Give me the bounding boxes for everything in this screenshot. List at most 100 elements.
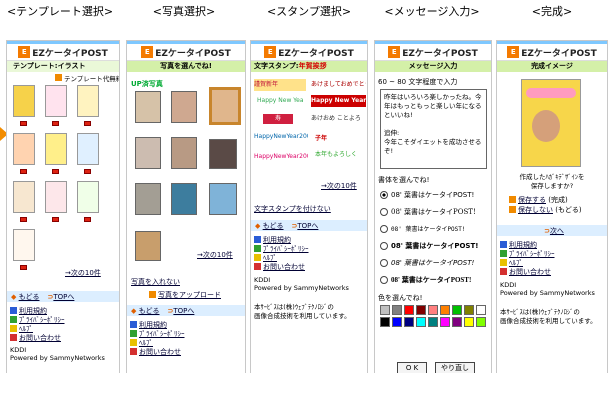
stamp-option[interactable]: HappyNewYear2008 xyxy=(254,153,308,163)
back-link[interactable]: ◆ もどる xyxy=(131,306,160,316)
template-thumb[interactable] xyxy=(77,133,99,165)
brand-logo: E EZケータイPOST xyxy=(7,44,119,61)
top-link[interactable]: ⊃TOPへ xyxy=(292,221,319,231)
font-option[interactable]: 08' 葉書はケータイPOST! xyxy=(380,220,490,237)
color-swatch[interactable] xyxy=(380,305,390,315)
stamp-option[interactable]: あけましておめでとう xyxy=(311,79,366,91)
doc-icon xyxy=(10,307,17,314)
font-option[interactable]: 08' 葉書はケータイPOST! xyxy=(380,254,490,271)
stamp-next-link[interactable]: →次の10件 xyxy=(321,181,357,191)
photo-thumb[interactable] xyxy=(135,231,161,261)
camera-icon xyxy=(149,291,156,298)
template-thumb[interactable] xyxy=(45,181,67,213)
photo-section-label: UP済写真 xyxy=(131,80,163,88)
stamp-option[interactable]: 謹賀新年 xyxy=(254,79,306,91)
photo-thumb[interactable] xyxy=(135,183,161,215)
color-swatch[interactable] xyxy=(416,305,426,315)
font-option[interactable]: 08' 葉書はケータイPOST! xyxy=(380,237,490,254)
template-next-link[interactable]: →次の10件 xyxy=(65,268,101,278)
photo-thumb[interactable] xyxy=(135,91,161,123)
color-swatch[interactable] xyxy=(428,317,438,327)
photo-thumb[interactable] xyxy=(209,139,237,169)
photo-thumb[interactable] xyxy=(171,137,197,169)
color-swatch[interactable] xyxy=(404,317,414,327)
no-photo-link[interactable]: 写真を入れない xyxy=(131,277,180,287)
color-swatch[interactable] xyxy=(440,305,450,315)
color-swatch[interactable] xyxy=(428,305,438,315)
stamp-option[interactable]: 寿 xyxy=(263,114,293,124)
contact-link[interactable]: お問い合わせ xyxy=(10,333,65,342)
template-thumb[interactable] xyxy=(13,229,35,261)
footer-kddi: KDDI xyxy=(500,281,517,289)
photo-next-link[interactable]: →次の10件 xyxy=(197,250,233,260)
message-textarea[interactable]: 昨年はいろいろ楽しかったね。今年はもっともっと楽しい年になるといいね! 追伸: … xyxy=(380,89,487,169)
stamp-option[interactable]: Happy New Year 2008 xyxy=(311,95,366,107)
phone-template: E EZケータイPOST テンプレート:イラスト テンプレート代無料 →次の10件… xyxy=(6,40,120,373)
contact-link[interactable]: お問い合わせ xyxy=(130,347,185,356)
font-option[interactable]: 08' 葉書はケータイPOST! xyxy=(380,271,490,288)
template-thumb[interactable] xyxy=(13,133,35,165)
nav-bar: ◆ もどる ⊃TOPへ xyxy=(251,220,367,231)
mail-icon xyxy=(10,334,17,341)
header-message: <メッセージ入力> xyxy=(384,5,480,18)
photo-thumb[interactable] xyxy=(209,183,237,215)
color-swatch[interactable] xyxy=(392,305,402,315)
phone-message: E EZケータイPOST メッセージ入力 60 ~ 80 文字程度で入力 昨年はい… xyxy=(374,40,492,373)
stamp-option[interactable]: 本年もよろしく xyxy=(315,149,365,161)
header-complete: <完成> xyxy=(531,5,573,18)
color-swatch[interactable] xyxy=(464,317,474,327)
complete-title: 完成イメージ xyxy=(497,61,607,72)
header-stamp: <スタンプ選択> xyxy=(266,5,352,18)
color-swatch[interactable] xyxy=(392,317,402,327)
color-swatch[interactable] xyxy=(440,317,450,327)
template-thumb[interactable] xyxy=(45,133,67,165)
next-link[interactable]: ⊃次へ xyxy=(544,226,564,236)
save-link[interactable]: 保存する (完成) xyxy=(509,195,568,204)
font-option[interactable]: 08' 葉書はケータイPOST! xyxy=(380,186,490,203)
footer-links: 利用規約 ﾌﾟﾗｲﾊﾞｼｰﾎﾟﾘｼｰ ﾍﾙﾌﾟ お問い合わせ xyxy=(10,306,65,342)
color-swatch[interactable] xyxy=(476,317,486,327)
font-options: 08' 葉書はケータイPOST! 08' 葉書はケータイPOST! 08' 葉書… xyxy=(380,186,490,288)
top-link[interactable]: ⊃TOPへ xyxy=(48,292,75,302)
ok-button[interactable]: O K xyxy=(397,362,427,373)
template-thumb[interactable] xyxy=(13,85,35,117)
color-swatch[interactable] xyxy=(404,305,414,315)
doc-icon xyxy=(130,321,137,328)
contact-link[interactable]: お問い合わせ xyxy=(500,267,555,276)
no-stamp-link[interactable]: 文字スタンプを付けない xyxy=(254,204,331,214)
section-complete: <完成> E EZケータイPOST 完成イメージ 作成したﾊｶﾞｷﾃﾞｻﾞｲﾝを … xyxy=(494,0,610,400)
stamp-overlay xyxy=(526,88,576,98)
color-swatch[interactable] xyxy=(380,317,390,327)
stamp-title: 文字スタンプ:年賀挨拶 xyxy=(251,61,367,72)
color-swatch[interactable] xyxy=(416,317,426,327)
contact-link[interactable]: お問い合わせ xyxy=(254,262,309,271)
stamp-option[interactable]: あけおめ ことよろ xyxy=(311,113,366,123)
nav-bar: ⊃次へ xyxy=(497,225,607,236)
section-template: <テンプレート選択> E EZケータイPOST テンプレート:イラスト テンプレー… xyxy=(0,0,120,400)
stamp-option[interactable]: 子年 xyxy=(315,133,363,145)
redo-button[interactable]: やり直し xyxy=(435,362,475,373)
upload-link[interactable]: 写真をアップロード xyxy=(149,290,221,299)
color-swatch[interactable] xyxy=(476,305,486,315)
section-message: <メッセージ入力> E EZケータイPOST メッセージ入力 60 ~ 80 文字… xyxy=(372,0,492,400)
color-swatch[interactable] xyxy=(452,305,462,315)
top-link[interactable]: ⊃TOPへ xyxy=(168,306,195,316)
back-link[interactable]: ◆ もどる xyxy=(255,221,284,231)
photo-thumb[interactable] xyxy=(171,91,197,123)
stamp-option[interactable]: Happy New Year 2008 xyxy=(257,97,303,107)
help-icon xyxy=(10,325,17,332)
color-swatch[interactable] xyxy=(452,317,462,327)
photo-thumb-selected[interactable] xyxy=(209,87,241,125)
stamp-option[interactable]: HappyNewYear2008 xyxy=(254,133,308,143)
photo-thumb[interactable] xyxy=(135,137,161,169)
template-free-label: テンプレート代無料 xyxy=(55,73,119,83)
template-thumb[interactable] xyxy=(13,181,35,213)
back-link[interactable]: ◆ もどる xyxy=(11,292,40,302)
template-thumb[interactable] xyxy=(77,85,99,117)
nosave-link[interactable]: 保存しない (もどる) xyxy=(509,205,582,214)
template-thumb[interactable] xyxy=(45,85,67,117)
color-swatch[interactable] xyxy=(464,305,474,315)
template-thumb[interactable] xyxy=(77,181,99,213)
font-option[interactable]: 08' 葉書はケータイPOST! xyxy=(380,203,490,220)
photo-thumb[interactable] xyxy=(171,183,197,215)
